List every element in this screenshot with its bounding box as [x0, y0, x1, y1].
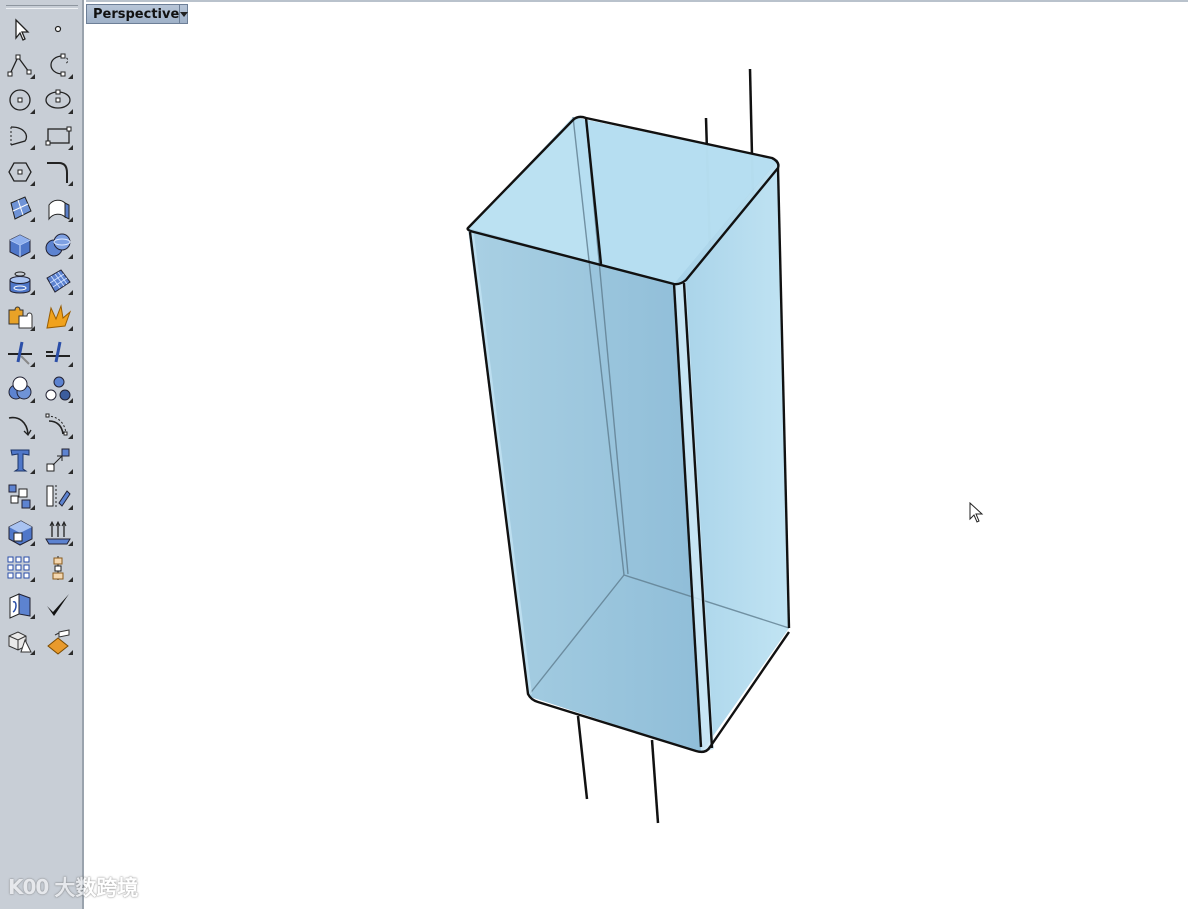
mirror-icon[interactable]	[41, 479, 75, 513]
extrude-surface-icon[interactable]	[41, 191, 75, 225]
toolbar-row	[3, 479, 77, 513]
mouse-cursor-icon	[969, 502, 984, 523]
analyze-icon[interactable]	[3, 588, 37, 622]
check-icon[interactable]	[41, 588, 75, 622]
fillet-curve-icon[interactable]	[41, 155, 75, 189]
align-icon[interactable]	[41, 551, 75, 585]
trim-icon[interactable]	[3, 336, 37, 370]
ellipse-icon[interactable]	[41, 83, 75, 117]
select-arrow-icon[interactable]	[3, 12, 37, 46]
scale-icon[interactable]	[41, 443, 75, 477]
toolbar-row	[3, 588, 77, 622]
toolbar-row	[3, 264, 77, 298]
toolbar-row	[3, 551, 77, 585]
offset-curve-icon[interactable]	[3, 408, 37, 442]
toolbar-row	[3, 372, 77, 406]
array-icon[interactable]	[3, 551, 37, 585]
material-icon[interactable]	[41, 624, 75, 658]
perspective-viewport[interactable]: Perspective	[86, 0, 1188, 909]
render-mesh-icon[interactable]	[3, 624, 37, 658]
toolbar-row	[3, 119, 77, 153]
surface-from-points-icon[interactable]	[3, 191, 37, 225]
toolbar-row	[3, 443, 77, 477]
3d-scene[interactable]	[86, 2, 1188, 911]
explode-icon[interactable]	[41, 300, 75, 334]
solid-edit-icon[interactable]	[3, 515, 37, 549]
boolean-union-icon[interactable]	[3, 372, 37, 406]
toolbar-row	[3, 300, 77, 334]
toolbar-row	[3, 155, 77, 189]
cylinder-icon[interactable]	[3, 264, 37, 298]
boolean-split-icon[interactable]	[41, 372, 75, 406]
point-icon[interactable]	[41, 12, 75, 46]
toolbar-row	[3, 408, 77, 442]
toolbar-grip[interactable]	[6, 5, 78, 9]
toolbar-row	[3, 48, 77, 82]
circle-icon[interactable]	[3, 83, 37, 117]
curve-blend-icon[interactable]	[41, 408, 75, 442]
watermark-text: 大数跨境	[54, 876, 139, 900]
surface-mesh-icon[interactable]	[41, 264, 75, 298]
watermark-logo: K00	[8, 875, 49, 899]
polygon-icon[interactable]	[3, 155, 37, 189]
toolbar-row	[3, 83, 77, 117]
arc-icon[interactable]	[3, 119, 37, 153]
toolbar-row	[3, 228, 77, 262]
text-icon[interactable]	[3, 443, 37, 477]
polyline-icon[interactable]	[3, 48, 37, 82]
watermark: K00 大数跨境	[8, 872, 138, 902]
toolbar-row	[3, 336, 77, 370]
rectangle-icon[interactable]	[41, 119, 75, 153]
box-icon[interactable]	[3, 228, 37, 262]
puzzle-icon[interactable]	[3, 300, 37, 334]
sphere-icon[interactable]	[41, 228, 75, 262]
toolbar-row	[3, 515, 77, 549]
curve-icon[interactable]	[41, 48, 75, 82]
toolbar-row	[3, 191, 77, 225]
extrude-faces-icon[interactable]	[41, 515, 75, 549]
split-icon[interactable]	[41, 336, 75, 370]
toolbar-row	[3, 12, 77, 46]
toolbar-row	[3, 624, 77, 658]
group-icon[interactable]	[3, 479, 37, 513]
left-toolbar	[0, 0, 84, 909]
